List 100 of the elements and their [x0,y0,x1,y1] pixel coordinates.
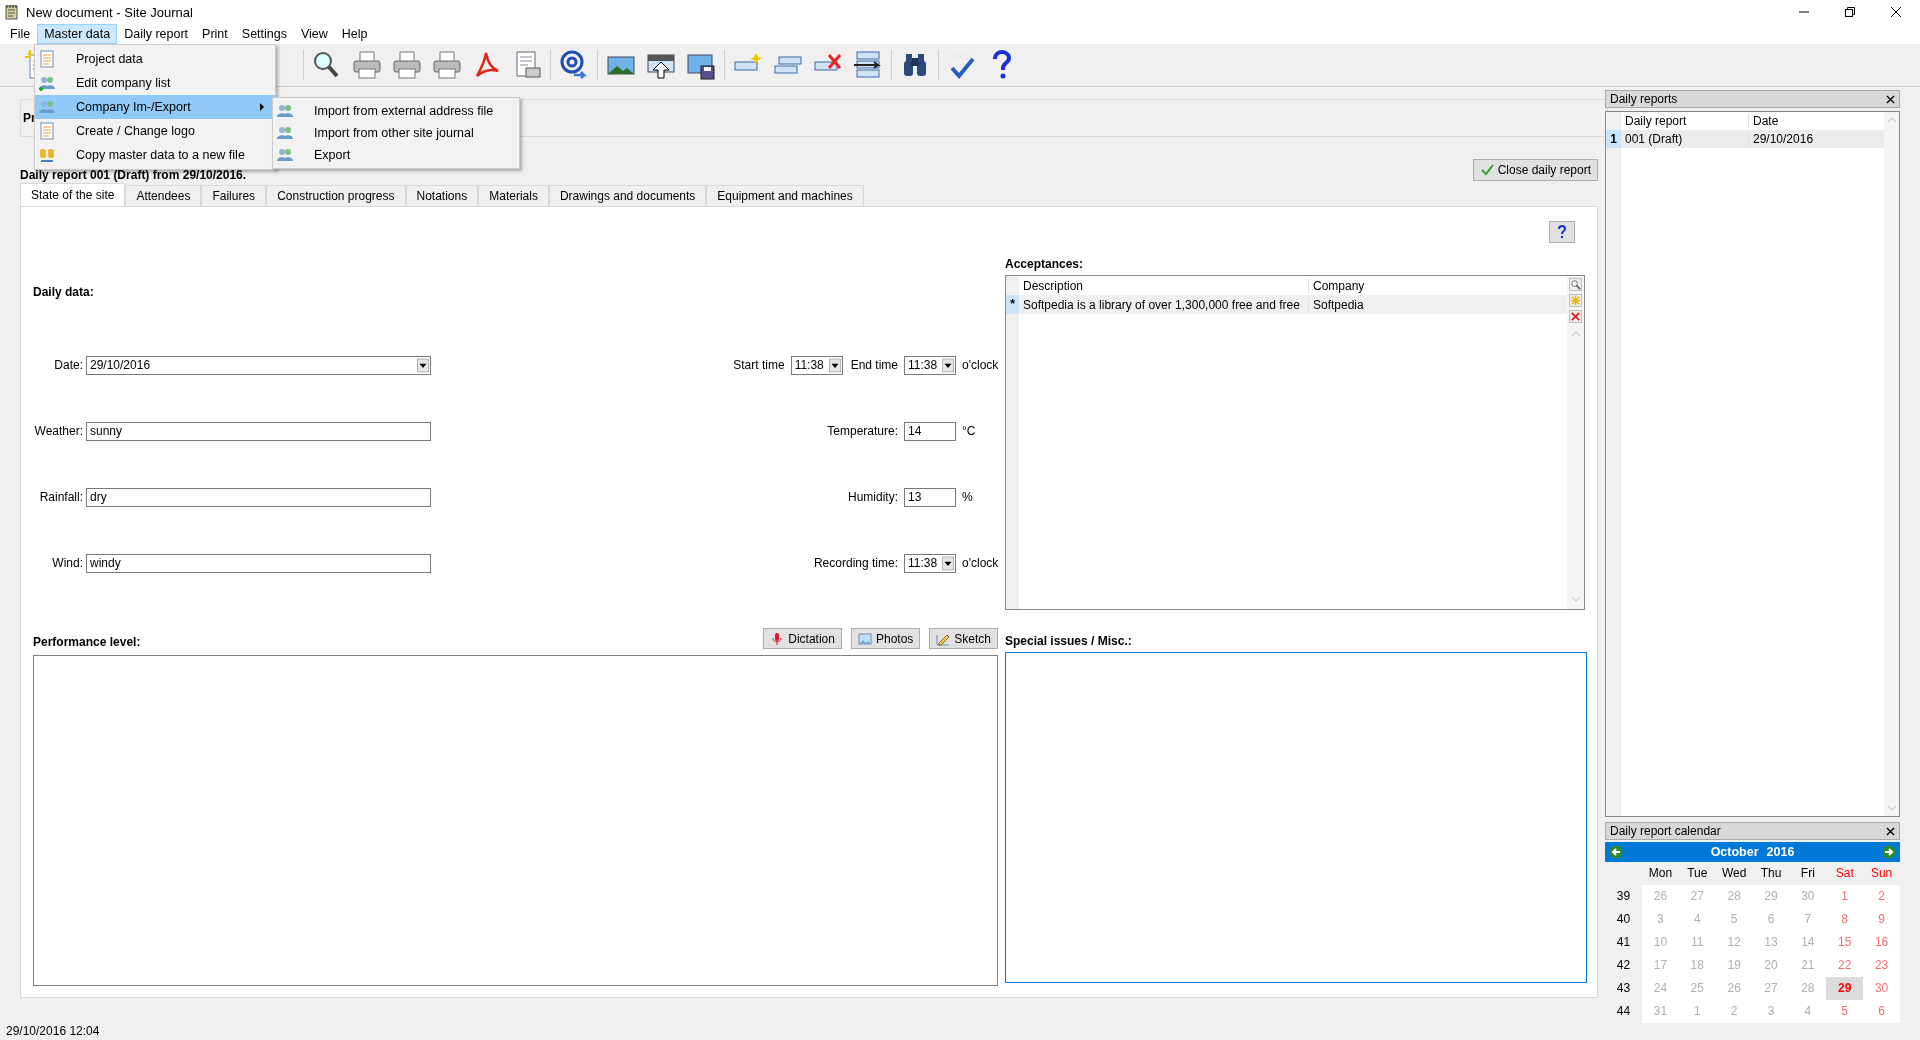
notebook-icon [4,4,20,20]
delete-icon[interactable] [1569,310,1582,323]
time-dropdown[interactable]: 11:38 [904,355,956,375]
microphone-icon [770,631,785,646]
field-label: Temperature: [827,424,898,438]
menu-item[interactable]: Help [334,24,375,44]
close-icon[interactable] [1890,6,1902,18]
report-heading: Daily report 001 (Draft) from 29/10/2016. [20,168,248,182]
month-label[interactable]: October [1710,845,1759,859]
close-icon[interactable] [1886,94,1895,104]
number-field[interactable]: 14 [904,421,956,441]
calendar-day[interactable]: 4 [1678,908,1716,931]
year-label[interactable]: 2016 [1766,845,1795,859]
section-title: Performance level: [33,635,141,649]
calendar-day[interactable]: 9 [1863,908,1900,931]
menu-entry[interactable]: Import from other site journal [273,122,519,144]
column-header[interactable]: Company [1309,278,1567,293]
tab[interactable]: Failures [201,185,267,206]
help-icon [1556,225,1568,239]
printer-icon[interactable] [431,49,463,81]
search-icon[interactable] [1569,278,1582,291]
panel-title: Daily reports [1610,92,1678,106]
text-field[interactable]: windy [86,553,431,573]
document-icon [38,50,56,68]
column-header[interactable]: Daily report [1621,114,1749,128]
tab[interactable]: Drawings and documents [548,185,707,206]
calendar-day[interactable]: 5 [1826,1000,1864,1023]
menu-item[interactable]: Settings [234,24,294,44]
field-label: Date: [53,358,83,372]
project-label: Pr [23,111,36,125]
field-label: Weather: [33,424,83,438]
menu-item[interactable]: Daily report [117,24,196,44]
tab[interactable]: Equipment and machines [706,185,864,206]
tool-button[interactable]: Dictation [763,628,842,649]
tab[interactable]: Construction progress [266,185,406,206]
menu-item[interactable]: File [3,24,38,44]
column-header[interactable]: Date [1749,114,1884,128]
close-report-button[interactable]: Close daily report [1472,159,1598,181]
report-row[interactable]: 1 001 (Draft) 29/10/2016 [1606,130,1884,148]
calendar-day[interactable]: 16 [1863,931,1900,954]
menu-entry[interactable]: Copy master data to a new file [35,143,275,167]
printer-icon[interactable] [391,49,423,81]
previous-month-icon[interactable] [1609,845,1623,859]
calendar-day[interactable]: 22 [1826,954,1864,977]
close-icon[interactable] [1886,826,1895,836]
time-dropdown[interactable]: 11:38 [790,355,843,375]
field-label: Rainfall: [38,490,83,504]
menu-item[interactable]: Print [195,24,235,44]
help-button[interactable] [1549,221,1575,243]
field-label: Recording time: [813,556,898,570]
tab[interactable]: State of the site [20,183,126,206]
text-field[interactable]: dry [86,487,431,507]
printer-icon[interactable] [351,49,383,81]
calendar-day[interactable]: 1 [1826,885,1864,908]
tool-button[interactable]: Photos [850,628,921,649]
date-dropdown[interactable]: 29/10/2016 [86,355,431,375]
people-icon [276,102,294,120]
calendar-day[interactable]: 23 [1863,954,1900,977]
number-field[interactable]: 13 [904,487,956,507]
checkmark-icon [1479,163,1494,177]
tab[interactable]: Attendees [125,185,202,206]
calendar-day[interactable]: 6 [1863,1000,1900,1023]
document-icon [38,122,56,140]
calendar-day[interactable]: 15 [1826,931,1864,954]
menu-entry[interactable]: Company Im-/Export [35,95,275,119]
menu-item[interactable]: View [293,24,335,44]
tab[interactable]: Materials [478,185,549,206]
calendar-day[interactable]: 26 [1642,885,1679,908]
calendar-day[interactable]: 17 [1642,954,1679,977]
calendar-day[interactable]: 8 [1826,908,1864,931]
people-icon [38,74,56,92]
menu-item[interactable]: Master data [37,24,118,44]
week-number: 41 [1615,934,1632,951]
week-number: 44 [1615,1003,1632,1020]
unit-label: o'clock [961,358,998,372]
menu-entry[interactable]: Export [273,144,519,166]
section-title: Special issues / Misc.: [1005,634,1133,648]
column-header[interactable]: Description [1019,278,1309,293]
menu-entry[interactable]: Edit company list [35,71,275,95]
calendar-day[interactable]: 29 [1826,977,1864,1000]
unit-label: % [961,490,974,504]
calendar-day[interactable]: 2 [1863,885,1900,908]
next-month-icon[interactable] [1882,845,1896,859]
calendar-day[interactable]: 30 [1863,977,1900,1000]
time-dropdown[interactable]: 11:38 [904,553,956,573]
table-cell: Softpedia is a library of over 1,300,000 free and free [1019,297,1309,312]
menu-entry[interactable]: Create / Change logo [35,119,275,143]
row-marker: * [1006,295,1019,314]
text-field[interactable]: sunny [86,421,431,441]
calendar-day[interactable]: 10 [1642,931,1679,954]
tab[interactable]: Notations [405,185,479,206]
restore-icon[interactable] [1844,6,1856,18]
tool-button[interactable]: Sketch [929,628,998,649]
panel-title: Daily report calendar [1610,824,1721,838]
menu-entry[interactable]: Import from external address file [273,100,519,122]
field-label: Wind: [51,556,83,570]
menu-entry[interactable]: Project data [35,47,275,71]
section-title: Acceptances: [1005,257,1085,271]
field-label: End time [850,358,898,372]
calendar-day[interactable]: 6 [1752,908,1790,931]
